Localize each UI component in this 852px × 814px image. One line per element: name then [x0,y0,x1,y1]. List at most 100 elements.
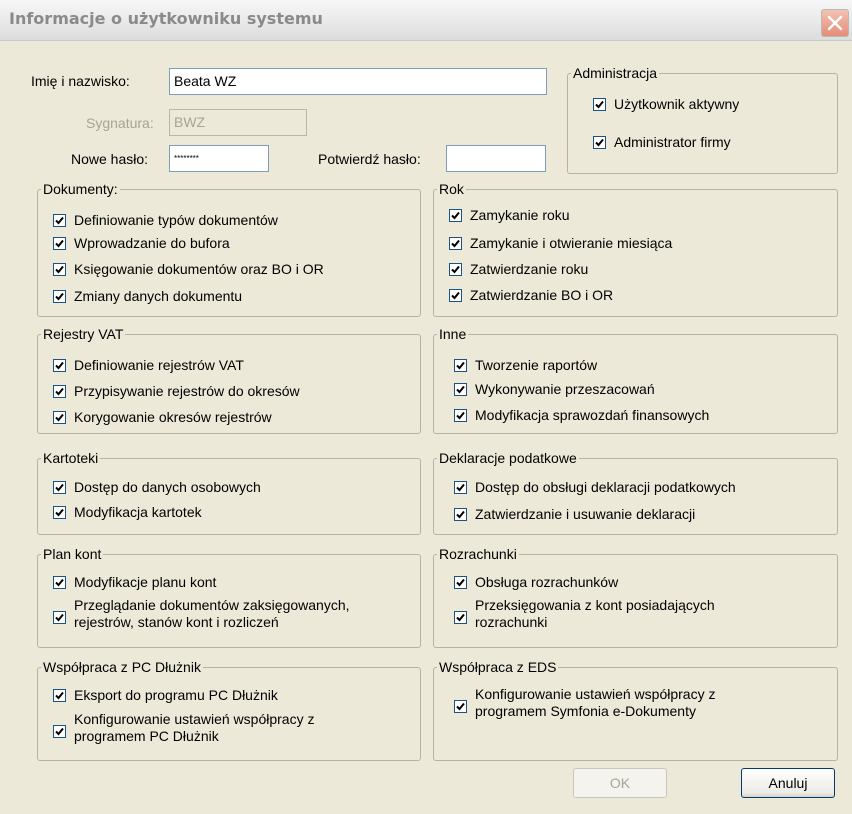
checkbox-label: Zmiany danych dokumentu [74,288,243,304]
checkbox-przypisywanie-rejestrow[interactable]: Przypisywanie rejestrów do okresów [53,383,300,400]
checkbox-tworzenie-raportow[interactable]: Tworzenie raportów [454,357,597,374]
checkbox-box[interactable] [454,481,467,494]
checkbox-label: Dostęp do danych osobowych [74,479,261,495]
checkbox-box[interactable] [454,700,467,713]
group-rozrachunki-legend: Rozrachunki [439,546,517,562]
checkbox-box[interactable] [53,689,66,702]
checkbox-modyfikacja-sprawozdan[interactable]: Modyfikacja sprawozdań finansowych [454,407,709,424]
checkbox-box[interactable] [449,289,462,302]
checkbox-label: Modyfikacja sprawozdań finansowych [475,407,710,423]
checkbox-przeszacowania[interactable]: Wykonywanie przeszacowań [454,381,655,398]
checkbox-label: Zamykanie roku [470,207,570,223]
checkbox-modyfikacje-planu[interactable]: Modyfikacje planu kont [53,574,216,591]
checkbox-zatwierdzanie-deklaracji[interactable]: Zatwierdzanie i usuwanie deklaracji [454,506,695,523]
checkbox-label: Konfigurowanie ustawień współpracy z prog… [74,711,314,745]
check-icon [55,727,64,736]
checkbox-uzytkownik-aktywny[interactable]: Użytkownik aktywny [593,96,739,113]
checkbox-box[interactable] [454,383,467,396]
dialog-body: Imię i nazwisko: Beata WZ Sygnatura: BWZ… [0,41,852,814]
checkbox-wprowadzanie-bufora[interactable]: Wprowadzanie do bufora [53,235,230,252]
checkbox-box[interactable] [53,263,66,276]
checkbox-eksport-pc-dluznik[interactable]: Eksport do programu PC Dłużnik [53,687,278,704]
checkbox-box[interactable] [449,209,462,222]
checkbox-label: Konfigurowanie ustawień współpracy z prog… [475,686,715,720]
checkbox-label: Zatwierdzanie BO i OR [470,287,614,303]
cancel-button[interactable]: Anuluj [741,768,835,798]
checkbox-zmiany-danych[interactable]: Zmiany danych dokumentu [53,288,242,305]
checkbox-zamykanie-miesiaca[interactable]: Zamykanie i otwieranie miesiąca [449,235,672,252]
checkbox-box[interactable] [53,237,66,250]
checkbox-definiowanie-typow[interactable]: Definiowanie typów dokumentów [53,212,278,229]
checkbox-dostep-danych-osobowych[interactable]: Dostęp do danych osobowych [53,479,261,496]
checkbox-label: Korygowanie okresów rejestrów [74,409,272,425]
checkbox-label: Wykonywanie przeszacowań [475,381,655,397]
checkbox-box[interactable] [53,576,66,589]
check-icon [55,413,64,422]
check-icon [456,411,465,420]
checkbox-konfigurowanie-eds[interactable]: Konfigurowanie ustawień współpracy z prog… [454,686,715,720]
checkbox-label: Modyfikacje planu kont [74,574,217,590]
checkbox-box[interactable] [53,725,66,738]
label-line-2: programem PC Dłużnik [74,728,219,744]
checkbox-box[interactable] [53,359,66,372]
checkbox-box[interactable] [454,576,467,589]
checkbox-box[interactable] [449,237,462,250]
checkbox-konfigurowanie-pc-dluznik[interactable]: Konfigurowanie ustawień współpracy z prog… [53,711,314,745]
checkbox-box[interactable] [53,611,66,624]
checkbox-label: Wprowadzanie do bufora [74,235,230,251]
checkbox-box[interactable] [53,290,66,303]
confirm-password-label: Potwierdź hasło: [318,151,421,167]
checkbox-box[interactable] [53,481,66,494]
checkbox-zatwierdzanie-roku[interactable]: Zatwierdzanie roku [449,261,588,278]
checkbox-box[interactable] [53,385,66,398]
checkbox-box[interactable] [449,263,462,276]
checkbox-box[interactable] [454,359,467,372]
checkbox-label: Obsługa rozrachunków [475,574,619,590]
checkbox-korygowanie-okresow[interactable]: Korygowanie okresów rejestrów [53,409,272,426]
checkbox-zamykanie-roku[interactable]: Zamykanie roku [449,207,570,224]
check-icon [451,239,460,248]
window-title: Informacje o użytkowniku systemu [9,9,323,28]
check-icon [456,510,465,519]
check-icon [55,265,64,274]
checkbox-zatwierdzanie-bo[interactable]: Zatwierdzanie BO i OR [449,287,613,304]
checkbox-przegladanie-dokumentow[interactable]: Przeglądanie dokumentów zaksięgowanych, r… [53,597,350,631]
new-password-input[interactable]: ******** [169,145,269,172]
check-icon [451,291,460,300]
checkbox-box[interactable] [53,214,66,227]
checkbox-box[interactable] [454,611,467,624]
checkbox-przeksiegowania[interactable]: Przeksięgowania z kont posiadających rozr… [454,597,715,631]
check-icon [456,702,465,711]
checkbox-box[interactable] [454,409,467,422]
checkbox-modyfikacja-kartotek[interactable]: Modyfikacja kartotek [53,504,202,521]
label-line-1: Przeglądanie dokumentów zaksięgowanych, [74,597,350,613]
checkbox-box[interactable] [593,136,606,149]
check-icon [55,483,64,492]
checkbox-label: Dostęp do obsługi deklaracji podatkowych [475,479,736,495]
close-button[interactable] [821,9,849,37]
check-icon [456,483,465,492]
checkbox-obsluga-rozrachunkow[interactable]: Obsługa rozrachunków [454,574,618,591]
checkbox-administrator-firmy[interactable]: Administrator firmy [593,134,731,151]
checkbox-definiowanie-rejestrow[interactable]: Definiowanie rejestrów VAT [53,357,244,374]
checkbox-box[interactable] [53,506,66,519]
checkbox-ksiegowanie[interactable]: Księgowanie dokumentów oraz BO i OR [53,261,324,278]
checkbox-label: Użytkownik aktywny [614,96,740,112]
confirm-password-input[interactable] [446,145,546,172]
group-administracja: Administracja [567,66,838,174]
checkbox-box[interactable] [454,508,467,521]
checkbox-dostep-deklaracji[interactable]: Dostęp do obsługi deklaracji podatkowych [454,479,736,496]
group-rok-legend: Rok [439,181,464,197]
group-administracja-legend: Administracja [573,65,658,81]
checkbox-label: Eksport do programu PC Dłużnik [74,687,278,703]
checkbox-box[interactable] [593,98,606,111]
ok-button[interactable]: OK [573,768,667,798]
checkbox-label: Zatwierdzanie roku [470,261,589,277]
name-input[interactable]: Beata WZ [169,68,547,95]
checkbox-label: Przeglądanie dokumentów zaksięgowanych, r… [74,597,350,631]
checkbox-label: Tworzenie raportów [475,357,598,373]
checkbox-label: Zatwierdzanie i usuwanie deklaracji [475,506,696,522]
checkbox-box[interactable] [53,411,66,424]
check-icon [55,613,64,622]
checkbox-label: Definiowanie rejestrów VAT [74,357,244,373]
